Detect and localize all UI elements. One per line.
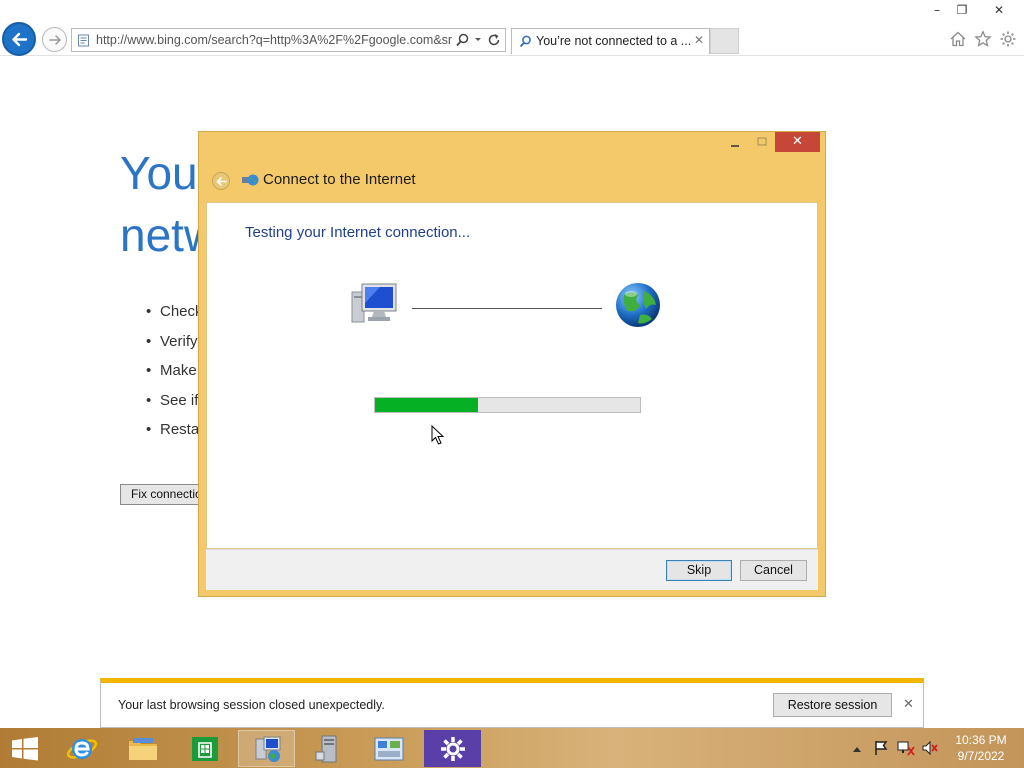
taskbar-network-wizard[interactable] (238, 730, 295, 767)
favorites-icon[interactable] (974, 30, 992, 48)
computer-icon (351, 283, 397, 323)
dialog-back-button[interactable] (212, 172, 230, 190)
dialog-close-button[interactable]: ✕ (775, 132, 820, 152)
taskbar-server-manager[interactable] (300, 730, 357, 767)
gear-icon (441, 737, 465, 761)
window-restore-button[interactable]: ❐ (947, 0, 977, 20)
page-icon (78, 34, 89, 47)
address-input[interactable]: http://www.bing.com/search?q=http%3A%2F%… (96, 33, 452, 47)
taskbar: 10:36 PM 9/7/2022 (0, 728, 1024, 768)
error-page-title: You netw (120, 142, 210, 266)
troubleshooting-list: • Check • Verify • Make • See if • Restar (146, 303, 200, 451)
refresh-icon[interactable] (488, 33, 501, 50)
taskbar-internet-explorer[interactable] (53, 730, 110, 767)
store-icon (192, 737, 218, 761)
folder-icon (129, 738, 157, 760)
control-panel-icon (374, 737, 404, 761)
connection-line (412, 308, 602, 309)
network-globe-icon (242, 174, 259, 186)
globe-icon (616, 283, 660, 327)
list-item: • Verify (146, 332, 198, 350)
window-close-button[interactable]: ✕ (984, 0, 1014, 20)
home-icon[interactable] (949, 30, 967, 48)
back-icon (12, 32, 28, 47)
clock-time: 10:36 PM (955, 733, 1007, 747)
fix-connection-button[interactable]: Fix connectio (120, 484, 204, 505)
connect-to-internet-dialog: ✕ Connect to the Internet Testing your I… (198, 131, 826, 597)
network-icon[interactable] (897, 740, 915, 759)
taskbar-control-panel[interactable] (360, 730, 417, 767)
network-wizard-icon (255, 736, 281, 762)
back-icon (216, 177, 227, 186)
dialog-footer: Skip Cancel (206, 549, 818, 590)
taskbar-clock[interactable]: 10:36 PM 9/7/2022 (950, 732, 1012, 764)
dialog-heading: Testing your Internet connection... (245, 224, 471, 241)
cancel-button[interactable]: Cancel (740, 560, 807, 581)
volume-muted-icon[interactable] (921, 740, 939, 759)
browser-tab[interactable]: You’re not connected to a ... ✕ (511, 28, 710, 54)
back-button[interactable] (2, 22, 36, 56)
dialog-minimize-button[interactable] (721, 132, 749, 152)
tab-title: You’re not connected to a ... (536, 34, 692, 48)
list-item: • Make (146, 362, 197, 379)
dialog-title: Connect to the Internet (263, 171, 416, 188)
search-icon (519, 35, 531, 48)
start-button[interactable] (0, 728, 50, 768)
taskbar-file-explorer[interactable] (114, 730, 171, 767)
error-title-line-2: netw (120, 209, 210, 261)
internet-explorer-icon (66, 739, 98, 759)
dropdown-icon[interactable] (473, 32, 483, 49)
list-item: • Restar (146, 421, 200, 438)
notification-message: Your last browsing session closed unexpe… (118, 698, 385, 712)
dialog-maximize-button (749, 132, 775, 152)
address-bar[interactable]: http://www.bing.com/search?q=http%3A%2F%… (71, 28, 506, 52)
error-title-line-1: You (120, 147, 198, 199)
list-item: • Check (146, 303, 200, 320)
forward-icon (49, 35, 61, 45)
restore-session-button[interactable]: Restore session (773, 693, 892, 717)
list-item: • See if (146, 391, 199, 409)
tab-close-button[interactable]: ✕ (694, 33, 704, 47)
search-icon[interactable] (456, 33, 469, 50)
notification-bar: Your last browsing session closed unexpe… (100, 678, 924, 728)
show-hidden-icons-icon[interactable] (852, 742, 862, 756)
mouse-cursor-icon (431, 425, 445, 445)
forward-button[interactable] (42, 27, 67, 52)
progress-fill (375, 398, 479, 412)
screen: – ❐ ✕ http://www.bing.com/search?q=http%… (0, 0, 1024, 768)
taskbar-store[interactable] (176, 730, 233, 767)
browser-chrome: – ❐ ✕ http://www.bing.com/search?q=http%… (0, 0, 1024, 56)
windows-logo-icon (12, 737, 38, 761)
action-center-flag-icon[interactable] (873, 740, 889, 759)
dialog-content: Testing your Internet connection... (206, 202, 818, 549)
notification-close-button[interactable]: ✕ (903, 697, 914, 712)
clock-date: 9/7/2022 (957, 749, 1005, 763)
skip-button[interactable]: Skip (666, 560, 732, 581)
server-icon (315, 735, 337, 763)
taskbar-settings[interactable] (424, 730, 481, 767)
settings-icon[interactable] (999, 30, 1017, 48)
system-tray (848, 728, 948, 768)
new-tab-button[interactable] (710, 28, 739, 54)
connection-test-progress-bar (374, 397, 641, 413)
